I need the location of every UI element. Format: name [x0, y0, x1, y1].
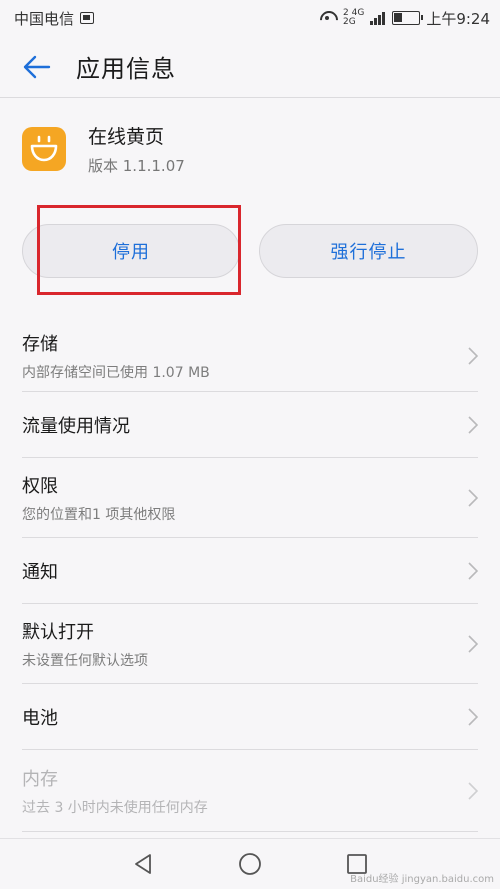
- app-summary: 在线黄页 版本 1.1.1.07: [22, 122, 185, 176]
- hotspot-icon: [319, 11, 337, 25]
- list-item-notifications[interactable]: 通知: [22, 538, 478, 604]
- list-item-title: 存储: [22, 333, 58, 355]
- clock: 上午9:24: [426, 9, 490, 28]
- list-item-subtitle: 内部存储空间已使用 1.07 MB: [22, 364, 210, 381]
- nav-home-icon[interactable]: [235, 849, 265, 879]
- list-item-open-by-default[interactable]: 默认打开 未设置任何默认选项: [22, 604, 478, 684]
- disable-button[interactable]: 停用: [22, 224, 240, 278]
- force-stop-button[interactable]: 强行停止: [259, 224, 478, 278]
- app-name: 在线黄页: [88, 126, 165, 148]
- chevron-right-icon: [468, 561, 478, 580]
- status-bar: 中国电信 2 4G 2G 上午9:24: [0, 0, 500, 36]
- chevron-right-icon: [468, 488, 478, 507]
- network-bottom: 2G: [343, 17, 356, 27]
- chevron-right-icon: [468, 781, 478, 800]
- nav-back-icon[interactable]: [128, 849, 158, 879]
- back-arrow-icon[interactable]: [22, 52, 52, 82]
- list-item-title: 权限: [22, 475, 58, 497]
- list-item-permissions[interactable]: 权限 您的位置和1 项其他权限: [22, 458, 478, 538]
- list-item-storage[interactable]: 存储 内部存储空间已使用 1.07 MB: [22, 320, 478, 392]
- notification-icon: [80, 12, 95, 24]
- system-nav-bar: Baidu经验 jingyan.baidu.com: [0, 838, 500, 889]
- page-title: 应用信息: [76, 55, 176, 83]
- chevron-right-icon: [468, 415, 478, 434]
- carrier-name: 中国电信: [14, 9, 75, 28]
- network-type: 2 4G 2G: [343, 9, 364, 27]
- chevron-right-icon: [468, 707, 478, 726]
- list-item-memory[interactable]: 内存 过去 3 小时内未使用任何内存: [22, 750, 478, 832]
- app-logo-icon: [22, 127, 66, 171]
- watermark: Baidu经验 jingyan.baidu.com: [350, 874, 494, 885]
- list-item-title: 内存: [22, 768, 58, 790]
- chevron-right-icon: [468, 634, 478, 653]
- signal-icon: [370, 11, 386, 25]
- chevron-right-icon: [468, 346, 478, 365]
- battery-fill: [394, 13, 403, 22]
- list-item-title: 电池: [22, 707, 58, 729]
- list-item-data-usage[interactable]: 流量使用情况: [22, 392, 478, 458]
- list-item-subtitle: 您的位置和1 项其他权限: [22, 506, 176, 523]
- app-bar: 应用信息: [0, 36, 500, 98]
- list-item-subtitle: 未设置任何默认选项: [22, 652, 148, 669]
- battery-icon: [392, 11, 424, 25]
- app-text: 在线黄页 版本 1.1.1.07: [88, 122, 185, 176]
- settings-list: 存储 内部存储空间已使用 1.07 MB 流量使用情况 权限 您的位置和1 项其…: [0, 320, 500, 832]
- status-left: 中国电信: [14, 8, 95, 29]
- status-right: 2 4G 2G 上午9:24: [319, 8, 490, 29]
- list-item-title: 通知: [22, 561, 58, 583]
- list-item-subtitle: 过去 3 小时内未使用任何内存: [22, 799, 208, 816]
- list-item-title: 默认打开: [22, 621, 94, 643]
- app-version: 版本 1.1.1.07: [88, 157, 185, 175]
- list-item-title: 流量使用情况: [22, 415, 130, 437]
- list-item-battery[interactable]: 电池: [22, 684, 478, 750]
